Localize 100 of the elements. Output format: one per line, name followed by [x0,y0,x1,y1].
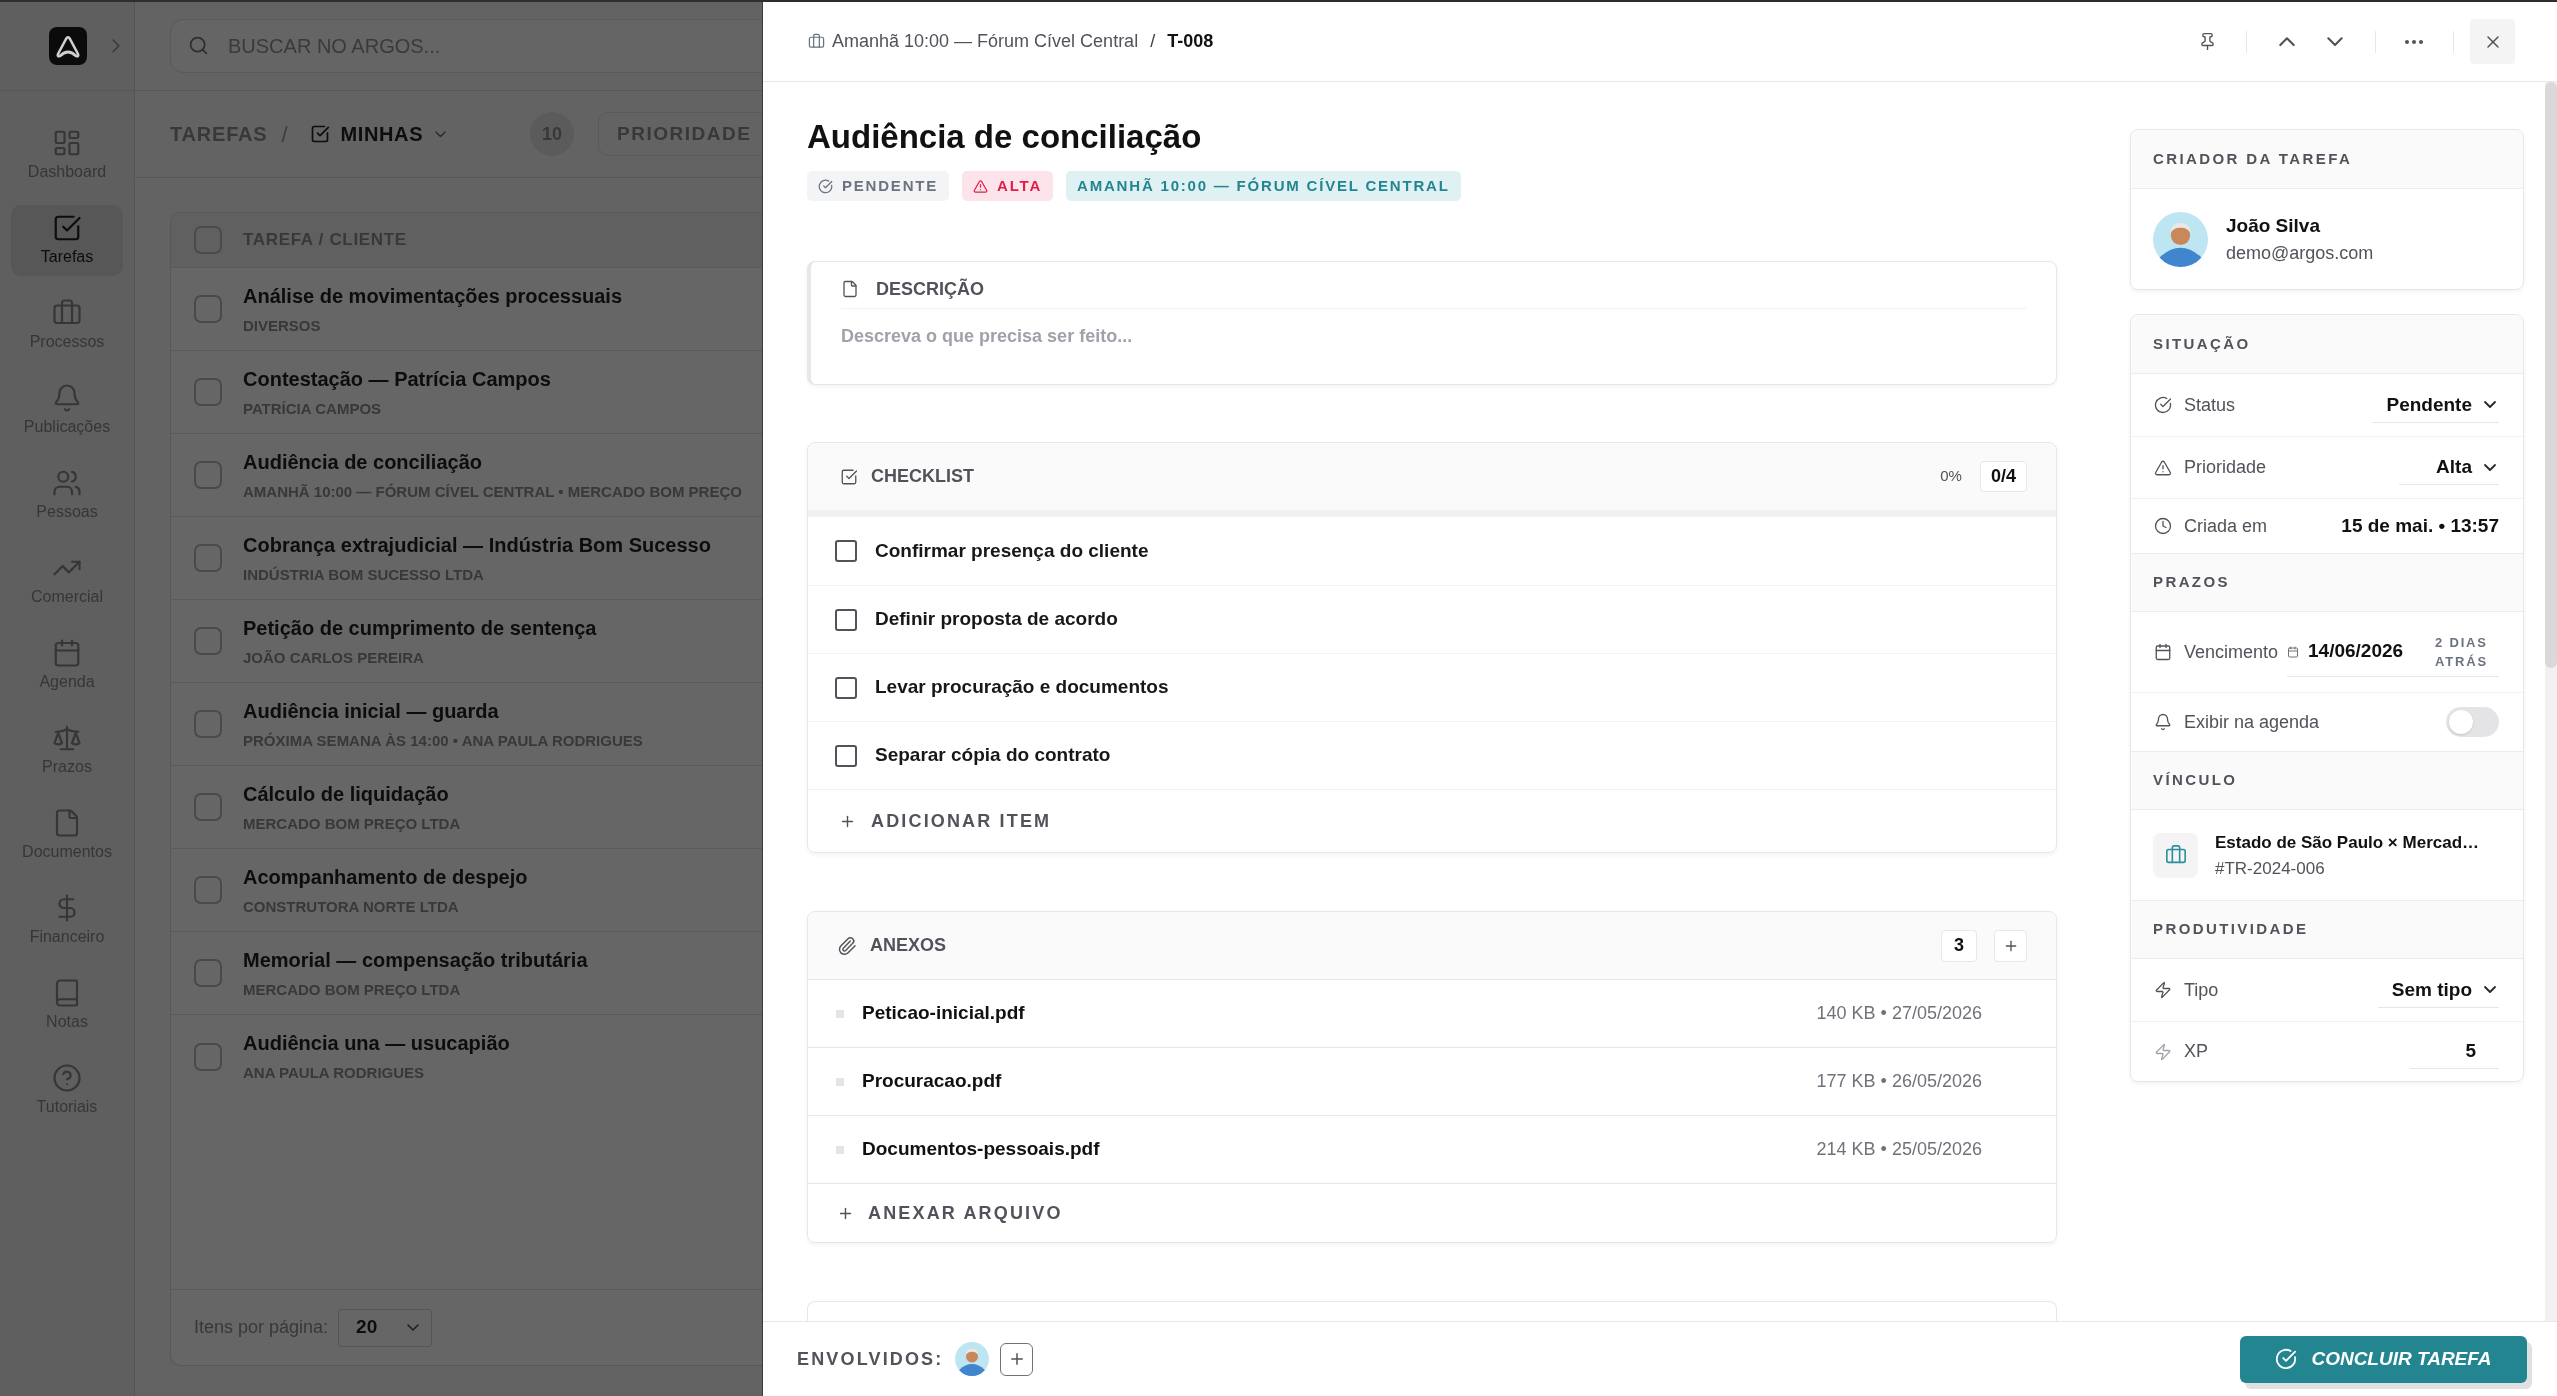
creator-email: demo@argos.com [2226,242,2374,264]
scrollbar[interactable] [2545,82,2557,1321]
close-button[interactable] [2470,19,2515,64]
checklist-item-label: Levar procuração e documentos [875,675,1169,700]
square-bullet-icon [836,1009,844,1018]
briefcase-icon [2153,832,2198,878]
field-label: Vencimento [2184,640,2279,664]
file-meta: 214 KB • 25/05/2026 [1816,1138,1982,1161]
lightning-icon [2154,981,2172,999]
toggle-switch[interactable] [2446,707,2499,737]
calendar-icon [52,638,82,668]
checkbox[interactable] [835,540,857,562]
field-value: 15 de mai. • 13:57 [2341,513,2499,538]
task-title[interactable]: Audiência inicial — guarda [243,698,643,723]
checkbox[interactable] [835,676,857,699]
section-heading: ANEXOS [870,934,947,957]
field-label: XP [2184,1040,2208,1063]
checkbox[interactable] [194,793,222,821]
field-label: Exibir na agenda [2184,710,2320,734]
checkbox[interactable] [194,461,222,489]
checkbox[interactable] [835,744,857,767]
search-icon [188,35,209,56]
document-icon [841,280,859,298]
file-meta: 140 KB • 27/05/2026 [1816,1002,1982,1025]
relative-date: 2 DIAS ATRÁS [2435,633,2489,671]
logo-icon [49,27,87,65]
section-heading: CHECKLIST [871,465,974,488]
dropdown[interactable]: Sem tipo [2377,972,2499,1008]
task-title[interactable]: Memorial — compensação tributária [243,947,588,972]
checkbox[interactable] [194,1042,222,1071]
view-selector[interactable]: MINHAS [309,119,447,149]
complete-task-button[interactable]: CONCLUIR TAREFA [2240,1335,2527,1383]
description-field[interactable]: Descreva o que precisa ser feito... [841,323,2026,351]
bell-icon [2154,713,2172,731]
checkbox[interactable] [194,544,222,572]
nav-item[interactable]: Tarefas [11,205,123,276]
date-field[interactable]: 14/06/2026 2 DIAS ATRÁS [2287,627,2499,677]
attach-file-button[interactable]: ANEXAR ARQUIVO [808,1184,2056,1242]
add-attachment-button[interactable] [1994,929,2027,962]
checkbox[interactable] [194,876,222,904]
file-name[interactable]: Documentos-pessoais.pdf [862,1135,1100,1164]
warning-icon [973,178,989,194]
bell-icon [52,383,82,413]
number-field[interactable]: 5 [2410,1034,2499,1069]
task-title[interactable]: Contestação — Patrícia Campos [243,366,551,391]
task-title[interactable]: Análise de movimentações processuais [243,283,623,308]
checkbox[interactable] [194,710,222,738]
field-label: Status [2184,393,2236,417]
section-heading: DESCRIÇÃO [876,278,984,300]
field-label: Prioridade [2184,456,2267,479]
task-title[interactable]: Cálculo de liquidação [243,781,461,806]
section-header: SITUAÇÃO [2131,315,2523,374]
breadcrumb-link[interactable]: Amanhã 10:00 — Fórum Cível Central [832,28,1139,55]
file-name[interactable]: Peticao-inicial.pdf [862,999,1025,1028]
check-circle-icon [2275,1348,2298,1370]
checklist-item-label: Confirmar presença do cliente [875,538,1149,563]
people-icon [52,468,82,498]
dashboard-icon [52,128,82,158]
task-heading: Audiência de conciliação [807,118,1203,156]
task-title[interactable]: Cobrança extrajudicial — Indústria Bom Sucesso [243,532,711,557]
calendar-icon [2154,643,2172,661]
chevron-down-icon [2327,36,2343,47]
breadcrumb-current: T-008 [1167,30,1214,53]
breadcrumb-separator: / [1150,30,1156,53]
chevron-down-icon [2484,463,2496,471]
linked-case-title[interactable]: Estado de São Paulo × Mercad… [2215,831,2480,854]
chevron-down-icon [435,130,447,138]
lightning-icon [2154,1042,2172,1061]
checkbox[interactable] [194,627,222,655]
tag-text: ALTA [997,175,1043,196]
checkbox[interactable] [194,295,222,323]
add-item-button[interactable]: ADICIONAR ITEM [808,789,2056,852]
task-title[interactable]: Audiência una — usucapião [243,1031,510,1055]
avatar-icon [2153,211,2208,267]
scrollbar-thumb[interactable] [2545,82,2557,668]
checkbox[interactable] [194,378,222,406]
page-size-select[interactable]: 20 [338,1308,433,1347]
file-name[interactable]: Procuracao.pdf [862,1067,1002,1096]
check-circle-icon [818,178,833,194]
tag-text: PENDENTE [842,175,939,196]
scale-icon [52,723,82,753]
field-label: Criada em [2184,514,2268,538]
help-icon [52,1063,82,1093]
task-title[interactable]: Acompanhamento de despejo [243,864,528,889]
checkbox[interactable] [194,959,222,987]
chevron-right-icon[interactable] [112,39,120,53]
task-title[interactable]: Petição de cumprimento de sentença [243,615,597,640]
more-icon [2405,39,2423,44]
checkbox-icon [840,467,858,486]
chevron-down-icon [407,1324,420,1331]
checkbox-icon [52,213,82,243]
section-header: VÍNCULO [2131,751,2523,810]
add-participant-button[interactable] [1000,1342,1034,1376]
checkbox[interactable] [835,608,857,631]
file-meta: 177 KB • 26/05/2026 [1816,1070,1982,1093]
dropdown[interactable]: Pendente [2372,387,2499,423]
dropdown[interactable]: Alta [2399,450,2499,485]
progress-percent: 0% [1940,466,1962,487]
task-title[interactable]: Audiência de conciliação [243,449,742,474]
square-bullet-icon [836,1077,844,1086]
